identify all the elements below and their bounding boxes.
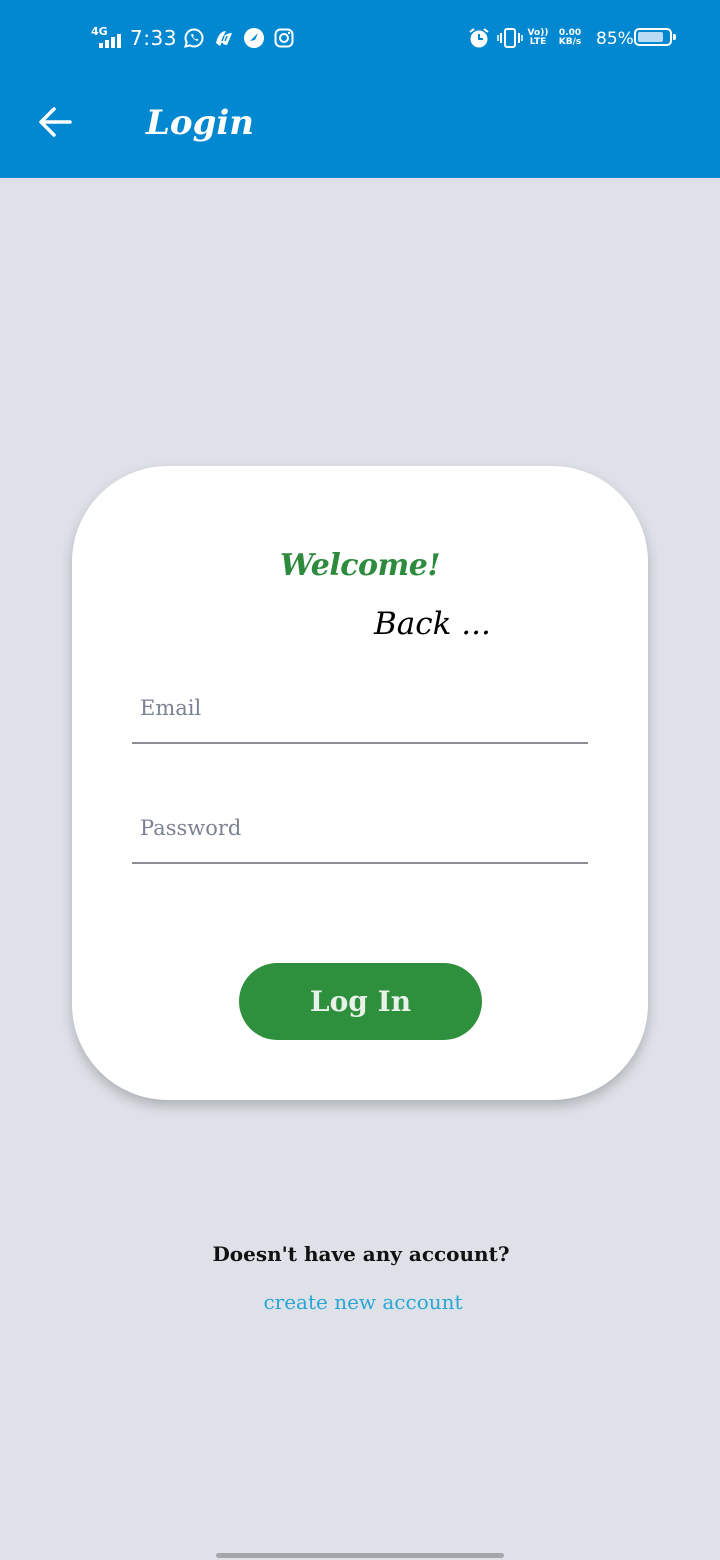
- app-icon: [216, 31, 232, 46]
- alarm-icon: [469, 28, 489, 48]
- email-field-container: [132, 672, 588, 744]
- no-account-text: Doesn't have any account?: [212, 1242, 510, 1266]
- login-button[interactable]: Log In: [239, 963, 482, 1040]
- email-input[interactable]: [140, 690, 580, 726]
- battery-icon: [634, 28, 676, 46]
- welcome-heading: Welcome!: [279, 548, 441, 583]
- signal-icon: 4G: [91, 26, 125, 50]
- back-button[interactable]: [28, 98, 84, 146]
- page-title: Login: [146, 103, 254, 143]
- volte-indicator: Vo)) LTE: [527, 28, 549, 47]
- status-bar: 4G 7:33 Vo)) LTE 0.00 KB/s 85%: [0, 0, 720, 76]
- app-bar: 4G 7:33 Vo)) LTE 0.00 KB/s 85% Login: [0, 0, 720, 178]
- speedometer-icon: [244, 28, 264, 48]
- status-time: 7:33: [130, 26, 177, 50]
- network-type: 4G: [91, 25, 108, 38]
- battery-percent: 85%: [596, 29, 634, 49]
- back-subheading: Back ...: [374, 606, 491, 642]
- arrow-left-icon: [39, 107, 72, 137]
- whatsapp-icon: [184, 28, 204, 48]
- home-indicator[interactable]: [216, 1553, 504, 1558]
- password-input[interactable]: [140, 810, 580, 846]
- vibrate-icon: [497, 28, 523, 48]
- login-card: Welcome! Back ... Log In: [72, 466, 648, 1100]
- instagram-icon: [274, 28, 294, 48]
- network-speed: 0.00 KB/s: [558, 28, 582, 47]
- create-account-link[interactable]: create new account: [0, 1287, 720, 1317]
- password-field-container: [132, 792, 588, 864]
